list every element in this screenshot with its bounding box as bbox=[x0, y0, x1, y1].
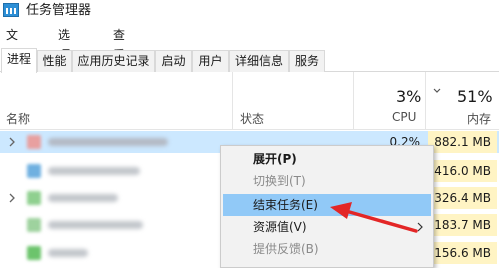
memory-value: 416.0 MB bbox=[428, 160, 497, 182]
menu-end-task-label: 结束任务(E) bbox=[253, 198, 318, 212]
menu-switch-to-label: 切换到(T) bbox=[253, 174, 306, 188]
tab-users[interactable]: 用户 bbox=[192, 50, 229, 72]
cpu-total-percent: 3% bbox=[396, 87, 422, 106]
tab-services[interactable]: 服务 bbox=[289, 50, 325, 72]
tab-processes[interactable]: 进程 bbox=[1, 48, 37, 73]
column-divider[interactable] bbox=[425, 72, 426, 130]
annotation-arrow-icon bbox=[330, 202, 418, 233]
memory-total-percent: 51% bbox=[457, 87, 493, 106]
process-name-redacted bbox=[48, 249, 88, 257]
menu-feedback: 提供反馈(B) bbox=[223, 238, 431, 260]
expand-chevron-icon[interactable] bbox=[8, 136, 16, 148]
expand-chevron-icon[interactable] bbox=[8, 192, 16, 204]
tab-startup[interactable]: 启动 bbox=[155, 50, 192, 72]
app-icon bbox=[27, 164, 41, 178]
memory-value: 183.7 MB bbox=[428, 214, 497, 236]
menu-expand-label: 展开(P) bbox=[253, 152, 297, 166]
process-name-redacted bbox=[48, 221, 143, 229]
memory-value: 326.4 MB bbox=[428, 187, 497, 209]
memory-value: 156.6 MB bbox=[428, 242, 497, 264]
memory-value: 882.1 MB bbox=[428, 131, 497, 153]
column-divider[interactable] bbox=[232, 72, 233, 130]
app-icon bbox=[27, 218, 41, 232]
window-title: 任务管理器 bbox=[26, 3, 92, 18]
tab-app-history[interactable]: 应用历史记录 bbox=[72, 50, 155, 72]
sort-descending-icon[interactable] bbox=[433, 87, 441, 95]
tab-strip: 进程 性能 应用历史记录 启动 用户 详细信息 服务 bbox=[0, 48, 499, 73]
process-name-redacted bbox=[48, 194, 118, 202]
app-icon bbox=[27, 246, 41, 260]
process-name-redacted bbox=[48, 138, 168, 146]
menu-resource-values-label: 资源值(V) bbox=[253, 220, 307, 234]
menu-expand[interactable]: 展开(P) bbox=[223, 148, 431, 170]
app-icon bbox=[27, 191, 41, 205]
title-bar: 任务管理器 bbox=[0, 0, 499, 22]
tab-details[interactable]: 详细信息 bbox=[229, 50, 289, 72]
column-divider[interactable] bbox=[353, 72, 354, 130]
menu-switch-to: 切换到(T) bbox=[223, 170, 431, 192]
tab-performance[interactable]: 性能 bbox=[37, 50, 72, 72]
menu-feedback-label: 提供反馈(B) bbox=[253, 242, 319, 256]
column-name[interactable]: 名称 bbox=[6, 110, 30, 127]
task-manager-icon bbox=[3, 3, 19, 17]
column-status[interactable]: 状态 bbox=[240, 110, 264, 127]
column-memory[interactable]: 内存 bbox=[467, 110, 491, 127]
app-icon bbox=[27, 135, 41, 149]
column-header: 名称 状态 3% CPU 51% 内存 bbox=[0, 72, 499, 130]
column-cpu[interactable]: CPU bbox=[392, 110, 416, 124]
process-name-redacted bbox=[48, 167, 140, 175]
